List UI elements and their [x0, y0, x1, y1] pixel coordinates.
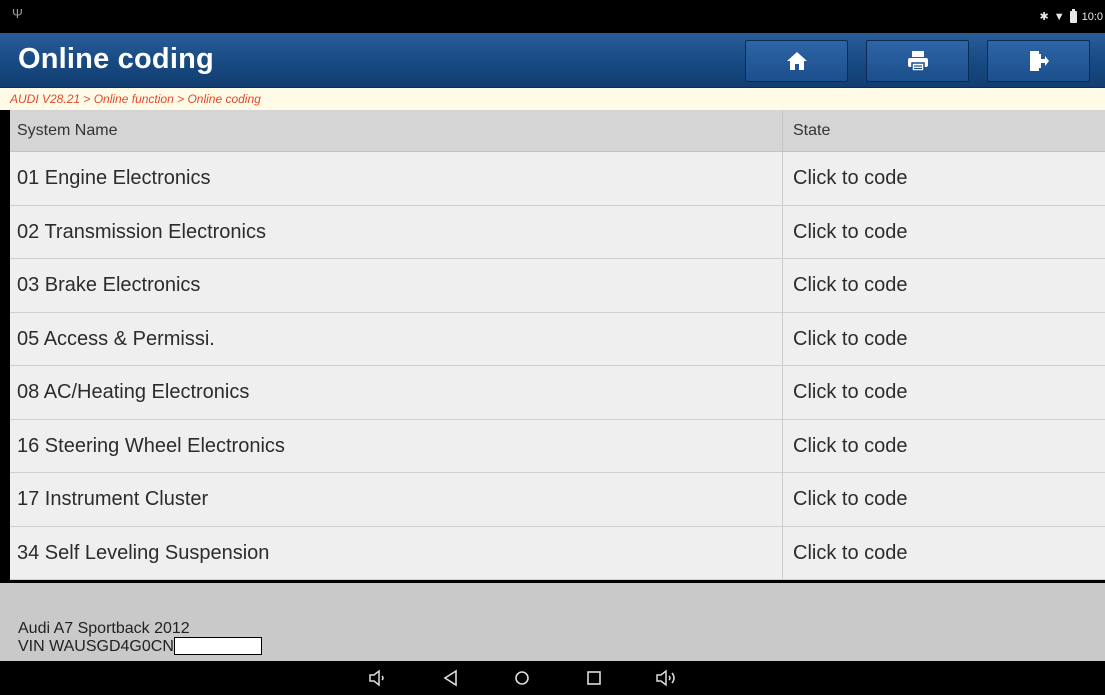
column-header-state: State — [793, 122, 831, 139]
table-row[interactable]: 17 Instrument Cluster Click to code — [10, 473, 1105, 527]
table-row[interactable]: 02 Transmission Electronics Click to cod… — [10, 205, 1105, 259]
battery-icon — [1069, 9, 1077, 23]
page-title: Online coding — [18, 43, 214, 75]
title-bar: Online coding — [0, 33, 1105, 88]
state-action[interactable]: Click to code — [783, 473, 1105, 526]
state-action[interactable]: Click to code — [783, 420, 1105, 473]
state-action[interactable]: Click to code — [783, 259, 1105, 312]
table-row[interactable]: 16 Steering Wheel Electronics Click to c… — [10, 419, 1105, 473]
state-action[interactable]: Click to code — [783, 366, 1105, 419]
state-action[interactable]: Click to code — [783, 313, 1105, 366]
home-icon — [786, 52, 807, 70]
table-header: System Name State — [10, 110, 1105, 152]
systems-table: System Name State 01 Engine Electronics … — [10, 110, 1105, 580]
vin-line: VIN WAUSGD4G0CN — [18, 637, 262, 655]
system-name: 02 Transmission Electronics — [10, 205, 783, 258]
home-button[interactable] — [745, 40, 848, 82]
vin-redaction — [173, 637, 262, 655]
system-name: 01 Engine Electronics — [10, 152, 783, 205]
state-action[interactable]: Click to code — [783, 527, 1105, 580]
volume-down-icon[interactable] — [368, 669, 388, 687]
system-name: 17 Instrument Cluster — [10, 473, 783, 526]
exit-button[interactable] — [987, 40, 1090, 82]
wifi-icon: ▼ — [1053, 11, 1065, 23]
table-row[interactable]: 01 Engine Electronics Click to code — [10, 152, 1105, 206]
table-row[interactable]: 05 Access & Permissi. Click to code — [10, 312, 1105, 366]
system-name: 05 Access & Permissi. — [10, 312, 783, 365]
usb-icon: Ψ — [12, 6, 23, 21]
back-icon[interactable] — [442, 669, 460, 687]
status-time: 10:0 — [1081, 11, 1103, 23]
vehicle-model: Audi A7 Sportback 2012 — [18, 620, 190, 637]
bluetooth-icon: ✱ — [1039, 11, 1049, 23]
android-nav-bar — [0, 661, 1105, 695]
home-circle-icon[interactable] — [513, 669, 531, 687]
recents-icon[interactable] — [585, 669, 603, 687]
system-name: 08 AC/Heating Electronics — [10, 366, 783, 419]
system-name: 03 Brake Electronics — [10, 259, 783, 312]
vehicle-info-footer: Audi A7 Sportback 2012 VIN WAUSGD4G0CN — [0, 583, 1105, 661]
column-header-system-name: System Name — [10, 110, 783, 151]
vin-text: VIN WAUSGD4G0CN — [18, 637, 174, 655]
exit-icon — [1029, 51, 1049, 71]
status-icons: ✱ ▼ 10:0 — [1039, 9, 1103, 24]
table-row[interactable]: 03 Brake Electronics Click to code — [10, 259, 1105, 313]
state-action[interactable]: Click to code — [783, 206, 1105, 259]
state-action[interactable]: Click to code — [783, 152, 1105, 205]
table-row[interactable]: 34 Self Leveling Suspension Click to cod… — [10, 526, 1105, 580]
system-name: 16 Steering Wheel Electronics — [10, 419, 783, 472]
print-icon — [907, 51, 928, 72]
breadcrumb: AUDI V28.21 > Online function > Online c… — [0, 88, 1105, 110]
status-bar: Ψ ✱ ▼ 10:0 — [0, 0, 1105, 33]
system-name: 34 Self Leveling Suspension — [10, 526, 783, 579]
table-row[interactable]: 08 AC/Heating Electronics Click to code — [10, 366, 1105, 420]
print-button[interactable] — [866, 40, 969, 82]
volume-up-icon[interactable] — [655, 669, 679, 687]
